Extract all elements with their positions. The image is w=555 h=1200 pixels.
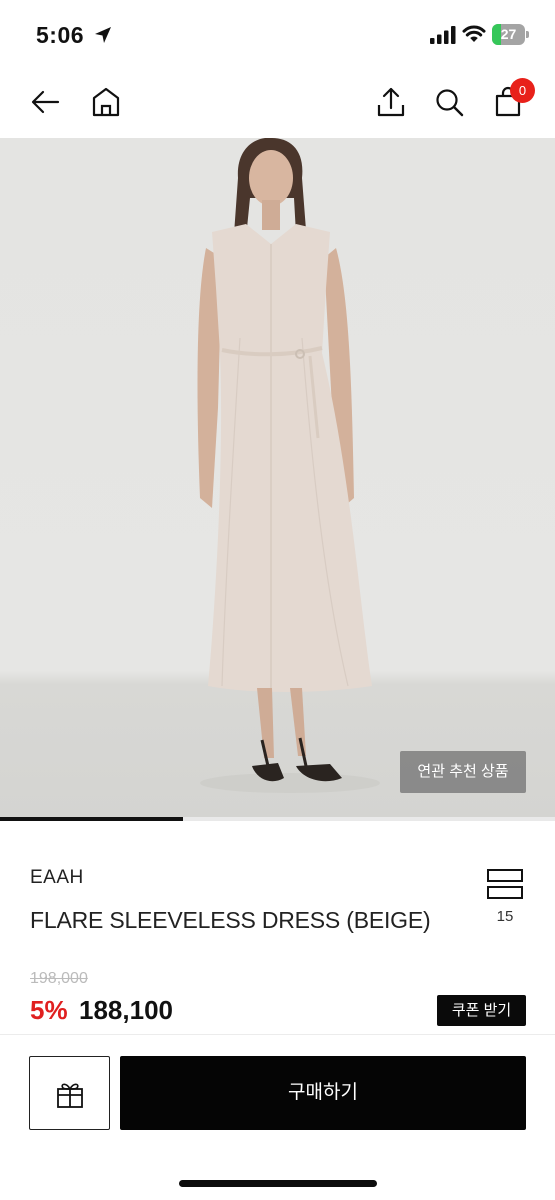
sale-price: 188,100 bbox=[79, 995, 173, 1025]
status-time: 5:06 bbox=[36, 22, 85, 48]
buy-button[interactable]: 구매하기 bbox=[120, 1056, 526, 1130]
home-indicator bbox=[179, 1180, 377, 1187]
brand-name[interactable]: EAAH bbox=[30, 867, 84, 889]
divider bbox=[0, 1034, 555, 1035]
search-button[interactable] bbox=[431, 84, 467, 120]
wifi-icon bbox=[462, 25, 486, 42]
gift-icon bbox=[57, 1083, 83, 1108]
compare-count: 15 bbox=[496, 908, 514, 925]
discount-rate: 5% bbox=[30, 995, 68, 1025]
location-arrow-icon bbox=[95, 27, 111, 43]
battery-icon: 27 bbox=[492, 24, 529, 45]
gift-button[interactable] bbox=[29, 1056, 110, 1130]
search-icon bbox=[436, 89, 464, 117]
back-arrow-icon bbox=[31, 90, 60, 114]
product-detail-page: 5:06 27 0 연관 추천 상품 EAAH FLARE SLEEVELESS… bbox=[0, 0, 555, 1200]
product-image[interactable] bbox=[0, 138, 555, 821]
layout-compare-icon[interactable] bbox=[486, 868, 524, 900]
model-photo-illustration bbox=[197, 138, 380, 793]
share-icon bbox=[377, 87, 405, 117]
image-slide-progress bbox=[0, 817, 184, 821]
cart-count-badge: 0 bbox=[510, 78, 535, 103]
battery-level: 27 bbox=[500, 26, 517, 42]
home-icon bbox=[92, 87, 120, 117]
coupon-button[interactable]: 쿠폰 받기 bbox=[437, 995, 526, 1026]
signal-icon bbox=[430, 26, 456, 44]
product-title: FLARE SLEEVELESS DRESS (BEIGE) bbox=[30, 907, 431, 933]
related-products-button[interactable]: 연관 추천 상품 bbox=[400, 751, 526, 793]
home-button[interactable] bbox=[88, 84, 124, 120]
navigation-bar bbox=[0, 70, 555, 136]
original-price: 198,000 bbox=[30, 970, 88, 987]
image-slide-indicator bbox=[0, 817, 555, 821]
share-button[interactable] bbox=[373, 84, 409, 120]
status-bar: 5:06 27 bbox=[0, 0, 555, 70]
back-button[interactable] bbox=[28, 84, 64, 120]
